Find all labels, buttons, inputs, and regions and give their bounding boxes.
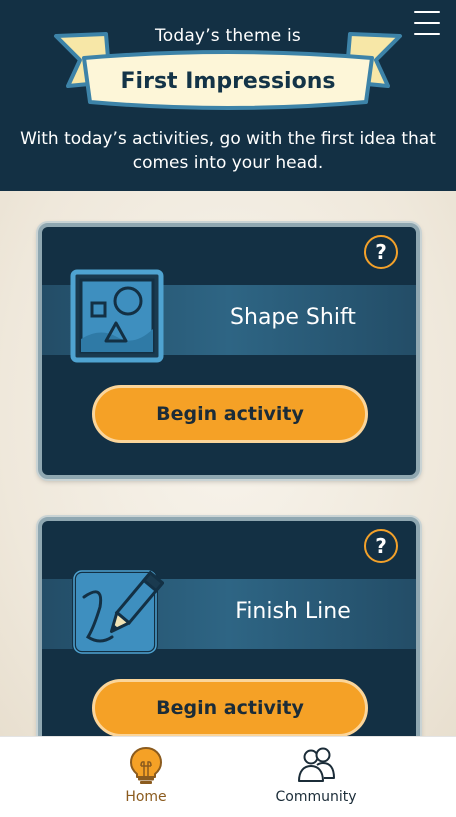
nav-home-label: Home <box>125 789 167 805</box>
bottom-nav: Home Community <box>0 736 456 817</box>
nav-home[interactable]: Home <box>91 745 201 813</box>
activity-list[interactable]: ? Shape Shift Begin activity ? Finish Li… <box>0 191 456 736</box>
theme-banner: Today’s theme is First Impressions <box>50 24 406 114</box>
activity-card-finish-line: ? Finish Line Begin activity <box>38 517 420 736</box>
theme-title: First Impressions <box>120 69 336 94</box>
pencil-drawing-icon <box>72 569 164 655</box>
help-button[interactable]: ? <box>364 529 398 563</box>
activity-title: Finish Line <box>235 599 351 624</box>
begin-activity-button[interactable]: Begin activity <box>92 679 368 736</box>
shapes-frame-icon <box>70 269 164 363</box>
community-icon <box>298 747 335 782</box>
lightbulb-icon <box>130 747 162 784</box>
menu-icon[interactable] <box>414 10 440 36</box>
begin-activity-button[interactable]: Begin activity <box>92 385 368 443</box>
activity-title: Shape Shift <box>230 305 356 330</box>
theme-description: With today’s activities, go with the fir… <box>20 129 436 173</box>
nav-community[interactable]: Community <box>261 745 371 813</box>
header: Today’s theme is First Impressions With … <box>0 0 456 191</box>
activity-card-shape-shift: ? Shape Shift Begin activity <box>38 223 420 479</box>
help-button[interactable]: ? <box>364 235 398 269</box>
theme-intro-text: Today’s theme is <box>155 26 301 46</box>
nav-community-label: Community <box>275 789 357 805</box>
